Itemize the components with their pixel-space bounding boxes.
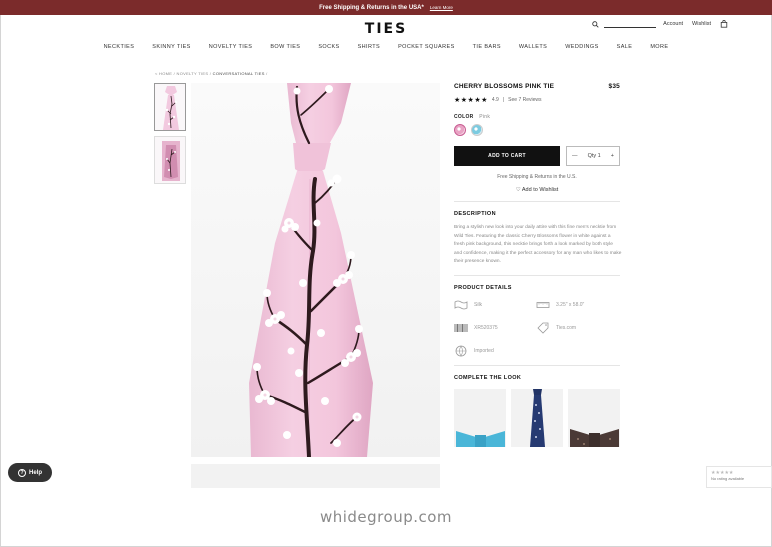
complete-the-look-heading: COMPLETE THE LOOK	[454, 374, 522, 381]
nav-novelty-ties[interactable]: NOVELTY TIES	[200, 44, 262, 50]
thumbnail-front[interactable]	[154, 83, 186, 131]
detail-origin-value: Imported	[474, 347, 494, 354]
promo-text: Free Shipping & Returns in the USA*	[319, 4, 424, 11]
shipping-note: Free Shipping & Returns in the U.S.	[497, 174, 577, 180]
cart-icon[interactable]	[720, 20, 728, 28]
thumbnail-list	[154, 83, 187, 189]
breadcrumb-current[interactable]: CONVERSATIONAL TIES	[213, 71, 265, 76]
watermark: whidegroup.com	[319, 508, 453, 526]
detail-site: Ties.com	[536, 322, 620, 334]
breadcrumb: < HOME / NOVELTY TIES / CONVERSATIONAL T…	[155, 71, 268, 76]
swatch-pink[interactable]	[454, 124, 466, 136]
wishlist-link[interactable]: Wishlist	[692, 21, 711, 27]
detail-sku: XR520375	[454, 322, 536, 334]
nav-neckties[interactable]: NECKTIES	[95, 44, 144, 50]
detail-origin: Imported	[454, 345, 536, 357]
qty-minus-button[interactable]: —	[572, 153, 578, 159]
color-label: COLOR	[454, 114, 474, 120]
tag-icon	[536, 322, 550, 334]
complete-the-look-list	[454, 388, 620, 447]
question-icon: ?	[17, 468, 26, 477]
detail-size: 3.25" x 58.0"	[536, 299, 620, 311]
globe-icon	[454, 345, 468, 357]
search-input[interactable]	[604, 20, 657, 28]
detail-site-value: Ties.com	[556, 324, 577, 331]
rating-widget[interactable]: ★★★★★ No rating available	[706, 466, 772, 488]
divider	[454, 274, 620, 276]
breadcrumb-separator: /	[266, 71, 268, 76]
divider	[454, 201, 620, 202]
rating-row: ★★★★★ 4.9 | See 7 Reviews	[454, 96, 620, 104]
breadcrumb-separator: /	[209, 71, 212, 76]
product-panel: CHERRY BLOSSOMS PINK TIE $35 ★★★★★ 4.9 |…	[454, 83, 622, 447]
qty-plus-button[interactable]: +	[611, 153, 614, 159]
look-item-brown-bowtie[interactable]	[568, 388, 620, 447]
product-details-grid: Silk 3.25" x 58.0" XR520375 Ties.com Imp…	[454, 299, 620, 357]
help-button[interactable]: ? Help	[8, 463, 52, 482]
nav-pocket-squares[interactable]: POCKET SQUARES	[389, 44, 464, 50]
wishlist-label: Add to Wishlist	[521, 187, 559, 193]
product-details-heading: PRODUCT DETAILS	[454, 284, 512, 291]
search-icon[interactable]	[591, 20, 599, 28]
nav-socks[interactable]: SOCKS	[309, 44, 348, 50]
fabric-icon	[454, 299, 468, 311]
promo-bar: Free Shipping & Returns in the USA* Lear…	[0, 0, 772, 15]
learn-more-link[interactable]: Learn More	[430, 5, 453, 10]
nav-tie-bars[interactable]: TIE BARS	[464, 44, 510, 50]
divider	[454, 364, 620, 366]
nav-bow-ties[interactable]: BOW TIES	[261, 44, 309, 50]
secondary-image-placeholder	[191, 464, 440, 488]
detail-material-value: Silk	[474, 301, 483, 308]
nav-skinny-ties[interactable]: SKINNY TIES	[143, 44, 199, 50]
color-row: COLOR Pink	[454, 114, 620, 120]
detail-size-value: 3.25" x 58.0"	[556, 301, 585, 308]
color-value: Pink	[479, 114, 491, 120]
look-item-blue-bowtie[interactable]	[454, 388, 506, 447]
add-to-wishlist-button[interactable]: ♡ Add to Wishlist	[454, 187, 620, 193]
nav-wallets[interactable]: WALLETS	[510, 44, 556, 50]
nav-weddings[interactable]: WEDDINGS	[556, 44, 607, 50]
quantity-stepper: — Qty 1 +	[566, 146, 620, 166]
product-title: CHERRY BLOSSOMS PINK TIE	[454, 83, 555, 90]
header-utilities: Account Wishlist	[591, 20, 728, 28]
description-heading: DESCRIPTION	[454, 211, 496, 217]
cart-row: ADD TO CART — Qty 1 +	[454, 146, 620, 166]
product-title-row: CHERRY BLOSSOMS PINK TIE $35	[454, 83, 620, 90]
nav-more[interactable]: MORE	[641, 44, 677, 50]
add-to-cart-button[interactable]: ADD TO CART	[454, 146, 560, 166]
thumbnail-folded[interactable]	[154, 136, 186, 184]
ruler-icon	[536, 299, 550, 311]
help-label: Help	[28, 469, 42, 476]
breadcrumb-home[interactable]: < HOME	[155, 71, 172, 76]
main-nav: NECKTIES SKINNY TIES NOVELTY TIES BOW TI…	[0, 44, 772, 50]
color-swatches	[454, 124, 620, 136]
nav-sale[interactable]: SALE	[608, 44, 642, 50]
breadcrumb-separator: /	[173, 71, 176, 76]
detail-material: Silk	[454, 299, 536, 311]
qty-value: Qty 1	[587, 153, 601, 159]
rating-value: 4.9	[491, 97, 499, 103]
account-link[interactable]: Account	[663, 21, 683, 27]
heart-icon: ♡	[515, 187, 521, 193]
rating-separator: |	[502, 97, 505, 103]
breadcrumb-novelty[interactable]: NOVELTY TIES	[177, 71, 209, 76]
swatch-blue[interactable]	[471, 124, 483, 136]
reviews-link[interactable]: See 7 Reviews	[508, 97, 541, 103]
star-rating-icon: ★★★★★	[454, 97, 488, 104]
nav-shirts[interactable]: SHIRTS	[349, 44, 389, 50]
detail-sku-value: XR520375	[474, 324, 498, 331]
rating-widget-text: No rating available	[711, 476, 745, 481]
product-price: $35	[608, 83, 620, 90]
product-main-image[interactable]	[191, 83, 440, 457]
look-item-navy-tie[interactable]	[511, 388, 563, 447]
barcode-icon	[454, 322, 468, 334]
description-text: Bring a stylish new look into your daily…	[454, 225, 622, 264]
